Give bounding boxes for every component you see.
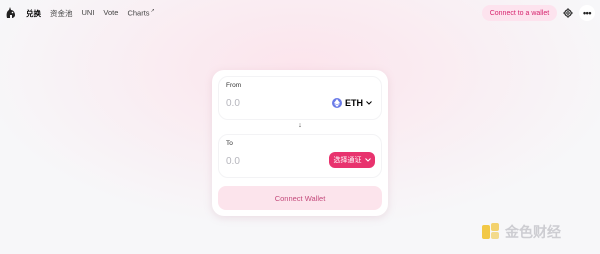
- eth-icon: [332, 98, 342, 108]
- charts-label: Charts: [127, 8, 150, 18]
- nav-link-pool[interactable]: 资金池: [50, 8, 73, 19]
- watermark-logo-icon: [482, 223, 499, 239]
- unicorn-logo-icon[interactable]: [4, 6, 18, 20]
- from-amount-input[interactable]: 0.0: [226, 98, 240, 109]
- nav-link-charts[interactable]: Charts↗: [127, 8, 154, 19]
- to-panel: To 0.0 选择通证: [218, 134, 382, 178]
- nav-link-swap[interactable]: 兑换: [26, 8, 41, 19]
- swap-direction-arrow-icon[interactable]: ↓: [295, 120, 305, 130]
- to-amount-input[interactable]: 0.0: [226, 156, 240, 167]
- nav-link-uni[interactable]: UNI: [82, 8, 95, 19]
- from-label: From: [226, 82, 242, 89]
- from-token-selector[interactable]: ETH: [327, 95, 377, 111]
- watermark: 金色财经: [482, 222, 592, 242]
- from-token-symbol: ETH: [345, 98, 363, 108]
- nav-link-vote[interactable]: Vote: [103, 8, 118, 19]
- swap-card: From 0.0 ETH ↓ To 0.0 选择通证 Connect Walle…: [212, 70, 388, 216]
- select-token-label: 选择通证: [333, 157, 362, 164]
- chevron-down-icon: [366, 101, 372, 105]
- select-token-button[interactable]: 选择通证: [329, 152, 375, 168]
- watermark-text: 金色财经: [505, 225, 561, 241]
- top-navbar: 兑换 资金池 UNI Vote Charts↗ Connect to a wal…: [0, 0, 600, 28]
- connect-to-wallet-button[interactable]: Connect to a wallet: [482, 5, 557, 21]
- more-options-button[interactable]: •••: [579, 5, 595, 21]
- connect-wallet-button[interactable]: Connect Wallet: [218, 186, 382, 210]
- nav-links: 兑换 资金池 UNI Vote Charts↗: [26, 8, 155, 19]
- settings-gear-icon[interactable]: [563, 8, 573, 18]
- external-link-icon: ↗: [150, 8, 155, 14]
- to-label: To: [226, 140, 233, 147]
- from-panel: From 0.0 ETH: [218, 76, 382, 120]
- chevron-down-icon: [364, 158, 371, 162]
